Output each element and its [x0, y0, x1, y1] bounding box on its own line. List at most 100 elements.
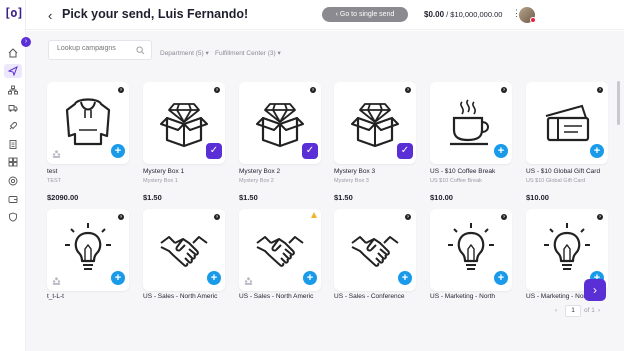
campaign-card[interactable]: ? +: [430, 209, 512, 291]
campaign-subtitle: TEST: [47, 178, 62, 184]
search-box[interactable]: [48, 40, 152, 60]
balance-limit: / $10,000,000.00: [446, 10, 503, 19]
campaign-price: $1.50: [143, 193, 162, 202]
next-floating-button[interactable]: ›: [584, 279, 606, 301]
campaign-card[interactable]: ? ✓: [334, 82, 416, 164]
campaign-card[interactable]: ? ✓: [239, 82, 321, 164]
search-icon[interactable]: [136, 46, 145, 55]
info-icon[interactable]: ?: [118, 214, 124, 220]
wallet-icon[interactable]: [6, 192, 20, 206]
add-button[interactable]: +: [111, 144, 125, 158]
search-input[interactable]: [57, 45, 133, 52]
info-icon[interactable]: ?: [405, 87, 411, 93]
add-button[interactable]: +: [303, 271, 317, 285]
campaign-price: $1.50: [239, 193, 258, 202]
fulfillment-center-filter[interactable]: Fulfillment Center (3) ▾: [215, 49, 281, 57]
campaign-card[interactable]: ? +: [143, 209, 225, 291]
top-header: ‹ Pick your send, Luis Fernando! ‹ Go to…: [26, 0, 624, 30]
app-logo[interactable]: [o]: [4, 6, 24, 20]
campaign-card[interactable]: ? +: [47, 209, 129, 291]
department-filter[interactable]: Department (5) ▾: [160, 49, 209, 57]
balance-amount: $0.00: [424, 10, 445, 19]
lightbulb-icon: [65, 223, 111, 270]
selected-check-button[interactable]: ✓: [302, 143, 318, 159]
shield-icon[interactable]: [6, 210, 20, 224]
mystery-box-icon: [256, 103, 304, 148]
campaign-subtitle: Mystery Box 2: [239, 178, 274, 184]
handshake-icon: [160, 236, 208, 267]
campaign-name: US - Sales - Conference: [334, 293, 405, 300]
dashboard-icon[interactable]: [6, 155, 20, 169]
campaign-card[interactable]: +: [239, 209, 321, 291]
hoodie-icon: [65, 98, 111, 146]
campaign-name: Mystery Box 2: [239, 168, 281, 175]
campaign-subtitle: Mystery Box 1: [143, 178, 178, 184]
selected-check-button[interactable]: ✓: [206, 143, 222, 159]
info-icon[interactable]: ?: [405, 214, 411, 220]
current-page-input[interactable]: 1: [565, 305, 581, 317]
campaign-name: US - Marketing - North: [430, 293, 496, 300]
send-icon[interactable]: [4, 64, 22, 78]
people-icon: [244, 277, 253, 285]
campaign-name: US - Marketing - North: [526, 293, 592, 300]
campaign-name: US - $10 Global Gift Card: [526, 168, 601, 175]
rocket-icon[interactable]: [6, 119, 20, 133]
clipboard-icon[interactable]: [6, 137, 20, 151]
at-sign-icon[interactable]: [6, 174, 20, 188]
truck-icon[interactable]: [6, 101, 20, 115]
campaign-name: t_t-L-t: [47, 293, 64, 300]
go-to-single-send-button[interactable]: ‹ Go to single send: [322, 7, 408, 22]
add-button[interactable]: +: [207, 271, 221, 285]
info-icon[interactable]: ?: [310, 87, 316, 93]
info-icon[interactable]: ?: [118, 87, 124, 93]
add-button[interactable]: +: [590, 144, 604, 158]
campaign-card[interactable]: ? +: [47, 82, 129, 164]
campaign-card[interactable]: ? +: [430, 82, 512, 164]
campaign-card[interactable]: ? +: [526, 82, 608, 164]
add-button[interactable]: +: [398, 271, 412, 285]
add-button[interactable]: +: [494, 271, 508, 285]
info-icon[interactable]: ?: [597, 214, 603, 220]
lightbulb-icon: [448, 223, 494, 270]
campaign-name: US - $10 Coffee Break: [430, 168, 496, 175]
campaign-subtitle: US $10 Coffee Break: [430, 178, 482, 184]
network-icon[interactable]: [6, 83, 20, 97]
add-button[interactable]: +: [494, 144, 508, 158]
next-page-button[interactable]: ›: [598, 307, 600, 314]
campaign-price: $2090.00: [47, 193, 79, 202]
notification-dot: [530, 17, 536, 23]
campaign-card[interactable]: ? ✓: [143, 82, 225, 164]
page-title: Pick your send, Luis Fernando!: [62, 7, 249, 21]
sidebar: [o]: [0, 0, 26, 351]
info-icon[interactable]: ?: [214, 214, 220, 220]
selected-check-button[interactable]: ✓: [397, 143, 413, 159]
prev-page-button[interactable]: ‹: [555, 307, 557, 314]
handshake-icon: [351, 236, 399, 267]
campaign-name: Mystery Box 1: [143, 168, 185, 175]
mystery-box-icon: [160, 103, 208, 148]
page-total: of 1: [584, 307, 595, 314]
info-icon[interactable]: ?: [214, 87, 220, 93]
campaign-name: test: [47, 168, 58, 175]
coffee-cup-icon: [450, 99, 489, 146]
people-icon: [52, 277, 61, 285]
warning-icon: [311, 212, 317, 218]
home-icon[interactable]: [6, 46, 20, 60]
campaign-card[interactable]: ? +: [334, 209, 416, 291]
campaign-name: US - Sales - North Americ: [143, 293, 218, 300]
sidebar-expand-button[interactable]: ›: [21, 37, 31, 47]
balance: $0.00 / $10,000,000.00: [424, 10, 502, 19]
handshake-icon: [256, 236, 304, 267]
people-icon: [52, 150, 61, 158]
campaign-name: Mystery Box 3: [334, 168, 376, 175]
add-button[interactable]: +: [111, 271, 125, 285]
campaign-price: $1.50: [334, 193, 353, 202]
campaign-subtitle: US $10 Global Gift Card: [526, 178, 586, 184]
back-button[interactable]: ‹: [48, 8, 52, 23]
info-icon[interactable]: ?: [597, 87, 603, 93]
info-icon[interactable]: ?: [501, 214, 507, 220]
campaign-price: $10.00: [526, 193, 549, 202]
main-content: Department (5) ▾ Fulfillment Center (3) …: [26, 31, 624, 351]
info-icon[interactable]: ?: [501, 87, 507, 93]
scrollbar[interactable]: [617, 81, 620, 125]
